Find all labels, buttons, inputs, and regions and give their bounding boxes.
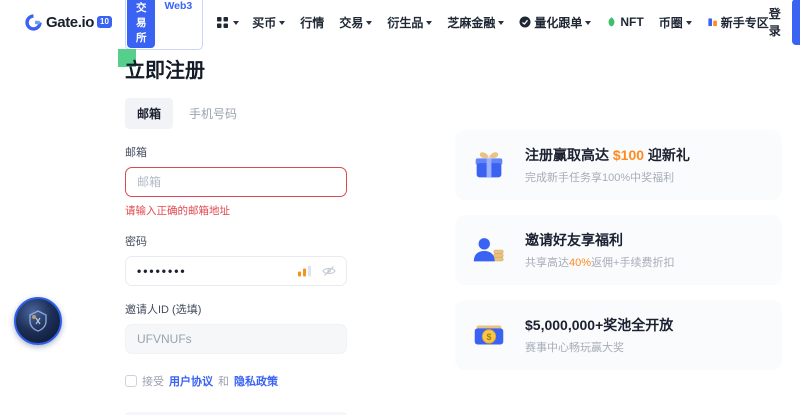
nav-item-markets[interactable]: 行情 xyxy=(300,14,324,31)
email-error-message: 请输入正确的邮箱地址 xyxy=(125,203,347,218)
tab-email[interactable]: 邮箱 xyxy=(125,98,173,129)
gate-logo[interactable]: Gate.io 10 xyxy=(24,13,112,32)
top-navbar: Gate.io 10 交易所 Web3 买币 xyxy=(0,0,800,44)
tab-phone[interactable]: 手机号码 xyxy=(189,105,237,122)
register-button[interactable]: 注册 xyxy=(792,0,800,45)
register-page-body: 立即注册 邮箱 手机号码 邮箱 请输入正确的邮箱地址 密码 邀请人ID (选填) xyxy=(0,44,800,415)
agree-prefix-text: 接受 xyxy=(142,373,164,389)
copy-trading-icon xyxy=(519,16,531,28)
privacy-policy-link[interactable]: 隐私政策 xyxy=(234,373,278,389)
password-strength-indicator xyxy=(298,266,311,277)
toggle-web3[interactable]: Web3 xyxy=(155,0,201,48)
page-title: 立即注册 xyxy=(125,54,205,83)
nft-leaf-icon xyxy=(606,16,617,28)
caret-down-icon xyxy=(279,21,285,28)
caret-down-icon xyxy=(585,21,591,28)
register-method-tabs: 邮箱 手机号码 xyxy=(125,98,347,129)
main-nav: 买币 行情 交易 衍生品 芝麻金融 xyxy=(252,14,768,31)
apps-grid-menu[interactable] xyxy=(216,16,239,29)
brand-name: Gate.io xyxy=(46,14,94,31)
nav-item-copy-trading[interactable]: 量化跟单 xyxy=(519,14,591,31)
promo-title: $5,000,000+奖池全开放 xyxy=(525,315,673,335)
password-input[interactable] xyxy=(125,256,347,286)
invite-friends-icon xyxy=(470,231,508,269)
nav-item-trade[interactable]: 交易 xyxy=(339,14,372,31)
prize-pool-icon: $ xyxy=(470,316,508,354)
and-text: 和 xyxy=(218,373,229,389)
nav-item-nft[interactable]: NFT xyxy=(606,15,643,29)
promo-card-welcome-gift: 注册赢取高达 $100 迎新礼 完成新手任务享100%中奖福利 xyxy=(455,130,782,200)
navbar-actions: 登录 注册 xyxy=(769,0,800,45)
user-agreement-link[interactable]: 用户协议 xyxy=(169,373,213,389)
promo-panel: 注册赢取高达 $100 迎新礼 完成新手任务享100%中奖福利 邀请好友享福利 xyxy=(455,44,782,415)
nav-item-beginner-zone[interactable]: 新手专区 xyxy=(707,14,769,31)
anniversary-badge: 10 xyxy=(97,16,112,28)
agree-checkbox[interactable] xyxy=(125,375,137,387)
nav-item-derivatives[interactable]: 衍生品 xyxy=(387,14,432,31)
promo-subtitle: 赛事中心畅玩赢大奖 xyxy=(525,339,673,355)
terms-agreement-row: 接受 用户协议 和 隐私政策 xyxy=(125,373,347,389)
register-form: 立即注册 邮箱 手机号码 邮箱 请输入正确的邮箱地址 密码 邀请人ID (选填) xyxy=(125,44,347,415)
caret-down-icon xyxy=(366,21,372,28)
beginner-zone-icon xyxy=(707,16,718,28)
promo-card-invite-friends: 邀请好友享福利 共享高达40%返佣+手续费折扣 xyxy=(455,215,782,285)
gate-logo-icon xyxy=(24,13,43,32)
email-label: 邮箱 xyxy=(125,144,347,160)
referral-id-label: 邀请人ID (选填) xyxy=(125,301,347,317)
promo-subtitle: 完成新手任务享100%中奖福利 xyxy=(525,169,690,185)
password-visibility-eye-icon[interactable] xyxy=(322,265,336,277)
caret-down-icon xyxy=(498,21,504,28)
promo-card-prize-pool: $ $5,000,000+奖池全开放 赛事中心畅玩赢大奖 xyxy=(455,300,782,370)
caret-down-icon xyxy=(233,21,239,28)
email-input[interactable] xyxy=(125,167,347,197)
referral-id-input[interactable] xyxy=(125,324,347,354)
caret-down-icon xyxy=(426,21,432,28)
floating-widget[interactable] xyxy=(14,297,62,345)
caret-down-icon xyxy=(686,21,692,28)
nav-item-crypto-circle[interactable]: 币圈 xyxy=(659,14,692,31)
promo-subtitle: 共享高达40%返佣+手续费折扣 xyxy=(525,254,674,270)
login-link[interactable]: 登录 xyxy=(769,5,782,39)
grid-icon xyxy=(216,16,229,29)
widget-emblem-icon xyxy=(25,308,51,334)
gift-icon xyxy=(470,146,508,184)
promo-title: 注册赢取高达 $100 迎新礼 xyxy=(525,145,690,165)
toggle-exchange[interactable]: 交易所 xyxy=(127,0,156,48)
product-toggle: 交易所 Web3 xyxy=(125,0,203,50)
promo-title: 邀请好友享福利 xyxy=(525,230,674,250)
password-label: 密码 xyxy=(125,233,347,249)
nav-item-finance[interactable]: 芝麻金融 xyxy=(447,14,504,31)
nav-item-buy-crypto[interactable]: 买币 xyxy=(252,14,285,31)
svg-text:$: $ xyxy=(486,332,491,342)
